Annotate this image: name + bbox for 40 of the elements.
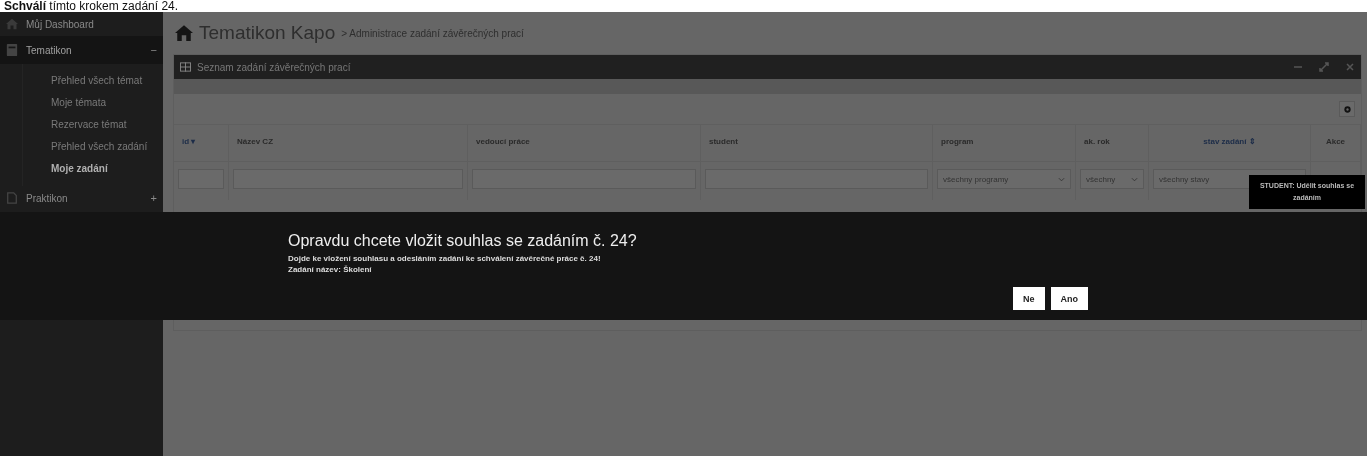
app-title: Tematikon Kapo: [199, 22, 336, 44]
home-icon: [6, 18, 18, 30]
confirm-button[interactable]: Ano: [1050, 287, 1088, 310]
submenu-item[interactable]: Moje témata: [23, 92, 163, 114]
column-header: program: [933, 125, 1076, 161]
gear-icon: [1342, 104, 1352, 114]
cancel-button[interactable]: Ne: [1013, 287, 1045, 310]
sort-link[interactable]: id ▾: [174, 125, 229, 161]
table-icon: [180, 62, 191, 72]
home-icon: [175, 25, 193, 41]
submenu-item[interactable]: Moje zadání: [23, 158, 163, 180]
toggle-icon: +: [150, 192, 157, 204]
column-header: Název CZ: [229, 125, 468, 161]
dialog-title: Opravdu chcete vložit souhlas se zadáním č. 24?: [288, 232, 638, 250]
nav-item[interactable]: Praktikon +: [0, 186, 163, 210]
column-header: vedoucí práce: [468, 125, 701, 161]
nav-item[interactable]: Tematikon −: [0, 36, 163, 64]
panel-title: Seznam zadání závěrečných prací: [197, 61, 351, 73]
nav-label: Tematikon: [26, 44, 73, 56]
nav-item[interactable]: Můj Dashboard: [0, 12, 163, 36]
sort-link[interactable]: stav zadání ⇕: [1149, 125, 1311, 161]
settings-button[interactable]: [1339, 101, 1355, 117]
caption-text: Schválí tímto krokem zadání 24.: [3, 0, 180, 12]
submenu-item[interactable]: Přehled všech zadání: [23, 136, 163, 158]
close-icon[interactable]: [1345, 62, 1355, 72]
chevron-icon: [1131, 176, 1138, 182]
nav-label: Můj Dashboard: [26, 18, 95, 30]
dialog-detail: Zadání název: Školení: [288, 264, 373, 275]
expand-icon[interactable]: [1319, 62, 1329, 72]
chevron-icon: [1058, 176, 1065, 182]
column-header: ak. rok: [1076, 125, 1149, 161]
file-icon: [6, 192, 18, 204]
column-header: Akce: [1311, 125, 1361, 161]
dialog-message: Dojde ke vložení souhlasu a odesláním zadání ke schválení závěrečné práce č. 24!: [288, 253, 602, 264]
submenu-item[interactable]: Přehled všech témat: [23, 70, 163, 92]
book-icon: [6, 44, 18, 56]
submenu-item[interactable]: Rezervace témat: [23, 114, 163, 136]
column-header: student: [701, 125, 933, 161]
toggle-icon: −: [150, 44, 157, 56]
nav-label: Praktikon: [26, 192, 69, 204]
